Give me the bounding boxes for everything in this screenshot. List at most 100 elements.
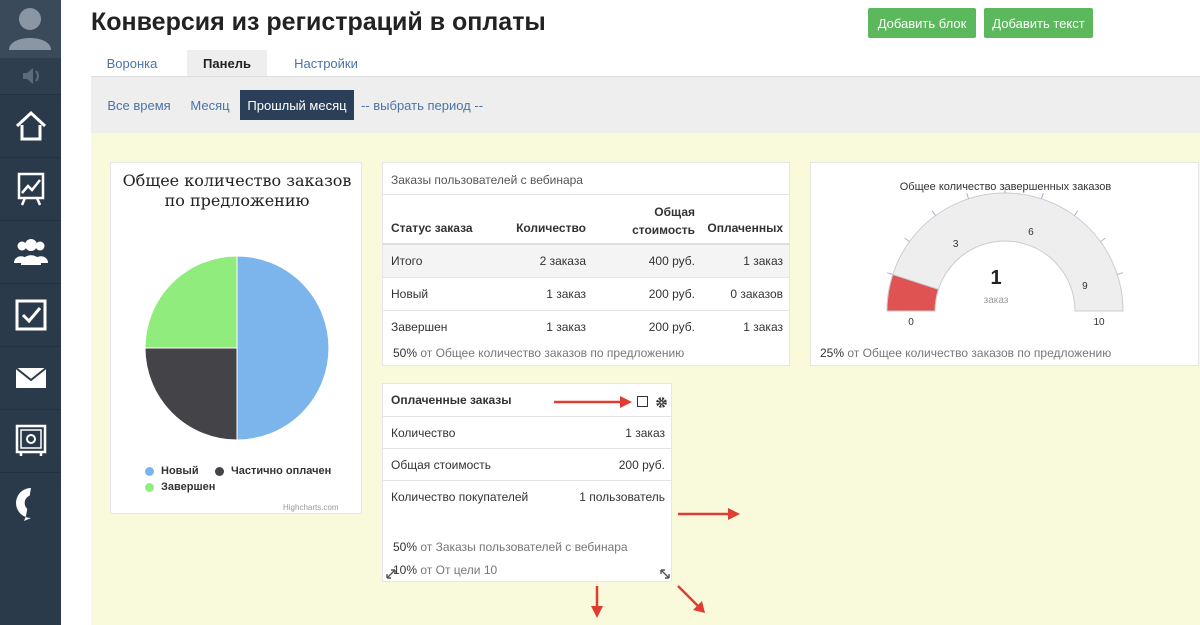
orders-table-card[interactable]: Заказы пользователей с вебинара Статус з… — [382, 162, 790, 366]
stat-label: Общая стоимость — [391, 458, 491, 472]
table-cell: 0 заказов — [730, 287, 783, 301]
divider — [383, 416, 671, 417]
table-cell: 1 заказ — [743, 254, 783, 268]
stat-label: Количество — [391, 426, 456, 440]
gauge-tick-label: 6 — [1028, 227, 1034, 238]
gauge-card[interactable]: Общее количество завершенных заказов 036… — [810, 162, 1199, 366]
avatar-icon — [9, 8, 51, 50]
safe-icon — [15, 424, 46, 456]
annotation-arrow-icon — [554, 396, 632, 408]
table-cell: 1 заказ — [546, 287, 586, 301]
gauge-chart: 0 3 6 9 10 — [886, 187, 1124, 328]
add-text-button[interactable]: Добавить текст — [984, 8, 1093, 38]
table-cell: 400 руб. — [648, 254, 695, 268]
page-title: Конверсия из регистраций в оплаты — [91, 8, 546, 36]
table-cell: 1 заказ — [546, 320, 586, 334]
add-block-button[interactable]: Добавить блок — [868, 8, 976, 38]
divider — [383, 194, 789, 195]
sidebar-item-home[interactable] — [0, 94, 61, 157]
gauge-unit: заказ — [983, 295, 1009, 306]
gear-icon[interactable] — [655, 396, 668, 409]
home-icon — [15, 110, 46, 141]
sidebar-item-stats[interactable] — [0, 157, 61, 220]
paid-orders-title: Оплаченные заказы — [391, 393, 512, 407]
paid-footer-2: 10% от От цели 10 — [393, 563, 497, 577]
sidebar-item-finance[interactable] — [0, 409, 61, 472]
legend-marker — [215, 467, 224, 476]
table-row: Итого 2 заказа 400 руб. 1 заказ — [383, 245, 789, 277]
period-select-range[interactable]: -- выбрать период -- — [361, 90, 483, 120]
paid-footer-1: 50% от Заказы пользователей с вебинара — [393, 540, 628, 554]
orders-footer: 50% от Общее количество заказов по предл… — [393, 346, 684, 360]
orders-card-title: Заказы пользователей с вебинара — [391, 173, 583, 187]
legend-marker — [145, 483, 154, 492]
gauge-tick — [966, 192, 970, 199]
notifications-button[interactable] — [0, 58, 61, 94]
footer-text: от Общее количество заказов по предложен… — [847, 346, 1112, 360]
sidebar-item-app[interactable] — [0, 472, 61, 535]
chart-credit[interactable]: Highcharts.com — [283, 503, 339, 512]
column-header: Количество — [516, 221, 586, 235]
resize-handle-right-icon[interactable] — [659, 568, 671, 580]
column-header: Оплаченных — [707, 221, 783, 235]
divider — [383, 480, 671, 481]
legend-label: Завершен — [161, 481, 216, 493]
gauge-tick-label: 9 — [1082, 281, 1088, 292]
sidebar — [0, 0, 61, 625]
pie-slice[interactable] — [144, 255, 238, 349]
pie-chart-card[interactable]: Общее количество заказов по предложению … — [110, 162, 362, 514]
gauge-footer: 25% от Общее количество заказов по предл… — [820, 346, 1111, 360]
table-cell: Новый — [391, 287, 429, 301]
paid-orders-card[interactable]: Оплаченные заказы Количество 1 заказ Общ… — [382, 383, 672, 582]
sidebar-item-users[interactable] — [0, 220, 61, 283]
gauge-tick-label: 0 — [908, 317, 914, 328]
footer-text: от От цели 10 — [420, 563, 498, 577]
stat-value: 1 пользователь — [579, 490, 665, 504]
table-cell: 200 руб. — [648, 320, 695, 334]
pie-chart — [144, 255, 330, 441]
footer-percent: 50% — [393, 540, 418, 554]
period-month[interactable]: Месяц — [187, 90, 233, 120]
gauge-tick — [1100, 237, 1106, 243]
pie-slice[interactable] — [144, 347, 238, 441]
tab-panel[interactable]: Панель — [187, 50, 267, 76]
table-cell: 2 заказа — [539, 254, 586, 268]
gauge-tick — [931, 210, 937, 216]
annotation-arrow-icon — [591, 586, 603, 618]
logo-icon — [15, 488, 37, 521]
gauge-tick — [904, 237, 910, 243]
footer-percent: 50% — [393, 346, 418, 360]
legend-label: Новый — [161, 465, 199, 477]
sidebar-item-mail[interactable] — [0, 346, 61, 409]
stat-value: 1 заказ — [625, 426, 665, 440]
legend-label: Частично оплачен — [231, 465, 332, 477]
period-filter-bar: Все время Месяц Прошлый месяц -- выбрать… — [91, 77, 1200, 133]
table-row: Завершен 1 заказ 200 руб. 1 заказ — [383, 311, 789, 343]
select-checkbox[interactable] — [637, 396, 648, 407]
annotation-arrow-icon — [677, 585, 705, 613]
table-row: Новый 1 заказ 200 руб. 0 заказов — [383, 278, 789, 310]
resize-handle-left-icon[interactable] — [385, 568, 397, 580]
table-cell: Итого — [391, 254, 423, 268]
gauge-value: 1 — [990, 267, 1002, 289]
gauge-tick — [886, 272, 893, 276]
users-icon — [13, 239, 48, 265]
sidebar-item-tasks[interactable] — [0, 283, 61, 346]
table-cell: 1 заказ — [743, 320, 783, 334]
divider — [383, 448, 671, 449]
pie-slice[interactable] — [236, 255, 330, 441]
mail-icon — [14, 367, 47, 388]
tab-settings[interactable]: Настройки — [281, 50, 371, 76]
column-header: Общая стоимость — [632, 205, 695, 237]
avatar[interactable] — [0, 0, 61, 58]
period-all-time[interactable]: Все время — [103, 90, 175, 120]
gauge-tick — [1073, 210, 1079, 216]
period-last-month[interactable]: Прошлый месяц — [240, 90, 354, 120]
tab-funnel[interactable]: Воронка — [91, 50, 173, 76]
footer-text: от Общее количество заказов по предложен… — [420, 346, 685, 360]
speaker-icon — [23, 68, 39, 84]
stat-value: 200 руб. — [618, 458, 665, 472]
footer-text: от Заказы пользователей с вебинара — [420, 540, 628, 554]
gauge-tick-label: 3 — [953, 239, 959, 250]
column-header: Статус заказа — [391, 221, 473, 235]
